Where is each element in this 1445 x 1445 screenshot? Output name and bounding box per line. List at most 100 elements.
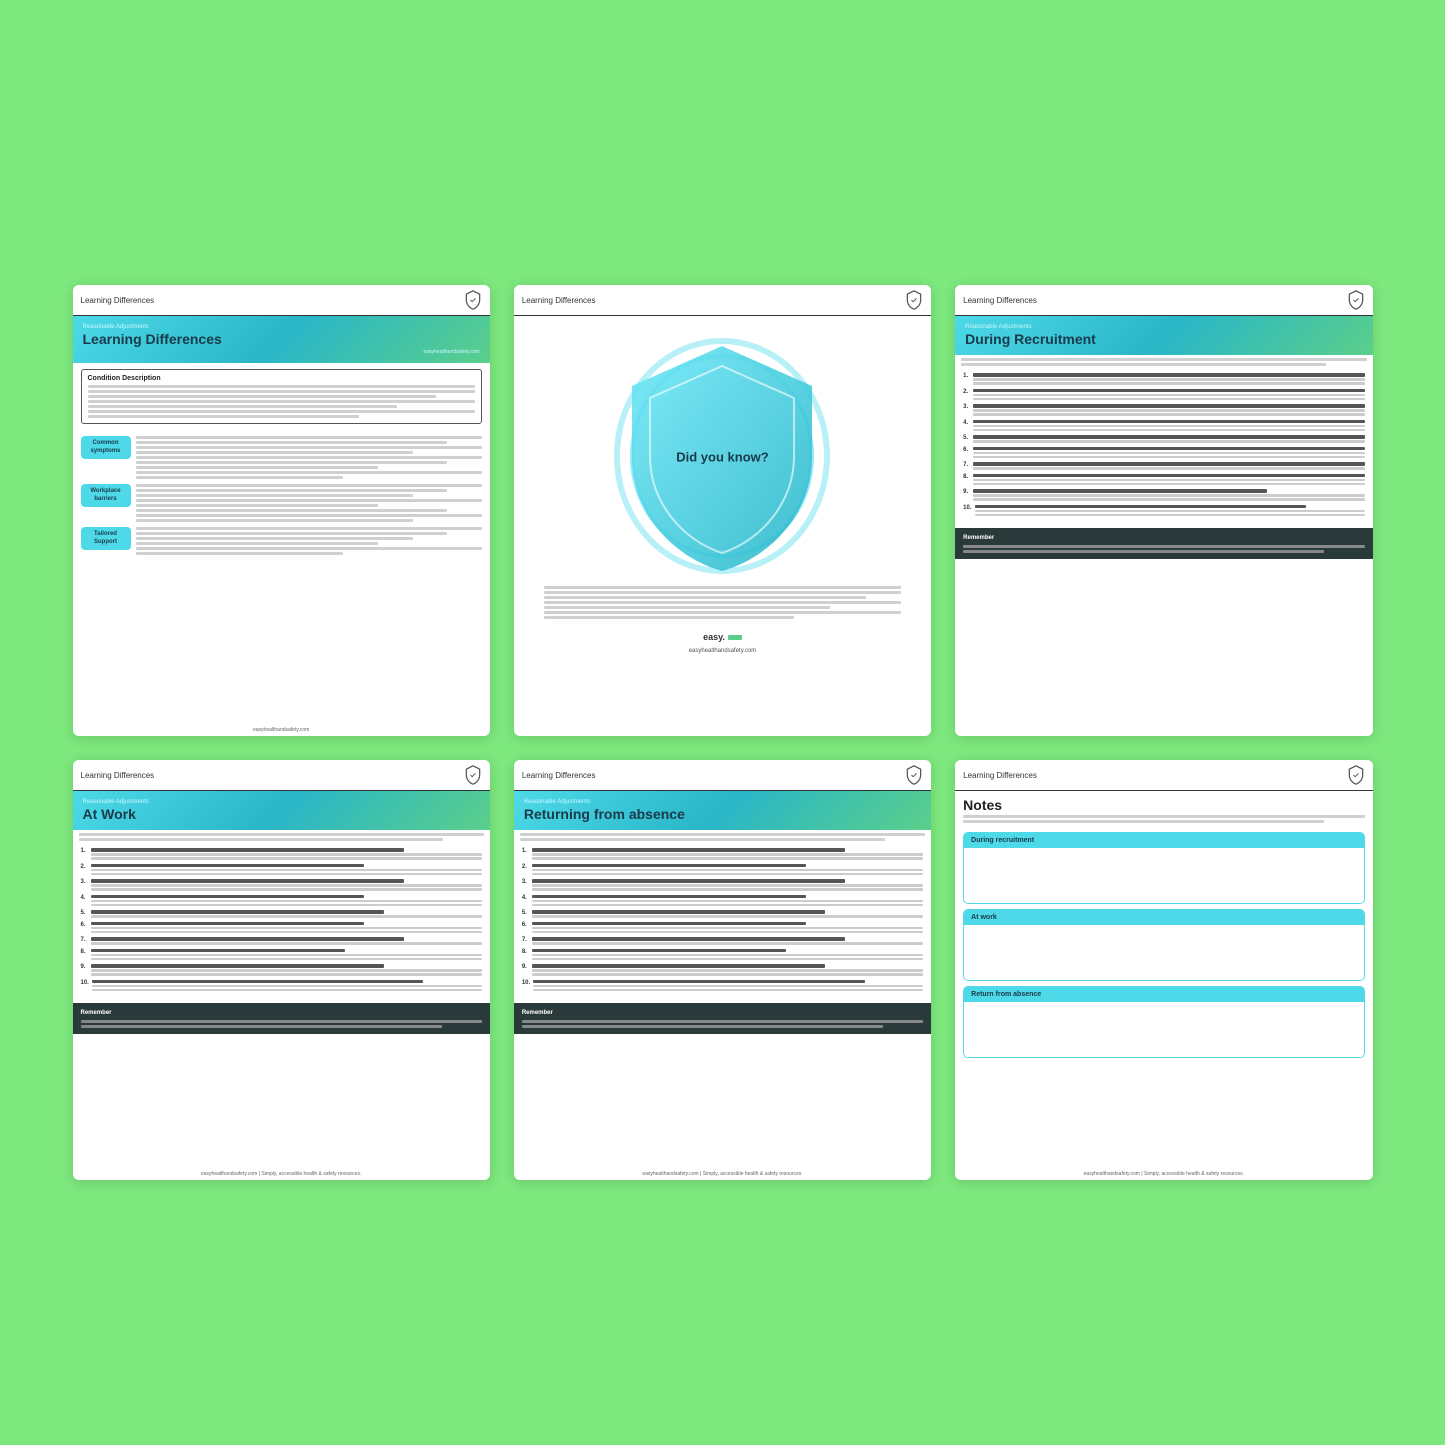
list-item: 1. xyxy=(963,373,1364,385)
page5-banner: Reasonable Adjustments Returning from ab… xyxy=(514,791,931,830)
text-line xyxy=(88,390,475,393)
text-line xyxy=(532,964,825,968)
text-line xyxy=(136,461,448,464)
text-line xyxy=(973,394,1364,397)
text-line xyxy=(973,382,1364,385)
list-item: 2. xyxy=(963,389,1364,401)
page5-main-title: Returning from absence xyxy=(524,807,921,822)
page3-sub-label: Reasonable Adjustments xyxy=(965,324,1362,330)
page-5-preview: Learning Differences Reasonable Adjustme… xyxy=(514,760,931,1180)
text-line xyxy=(973,425,1364,428)
common-symptoms-content xyxy=(136,436,482,479)
page1-header: Learning Differences xyxy=(73,285,490,316)
text-line xyxy=(91,910,384,914)
page5-intro xyxy=(514,830,931,844)
text-line xyxy=(532,857,923,860)
page1-main-title: Learning Differences xyxy=(83,332,480,347)
text-line xyxy=(88,395,437,398)
page3-numbered-list: 1. 2. 3. xyxy=(955,369,1372,524)
text-line xyxy=(532,922,806,926)
text-line xyxy=(532,942,923,945)
text-line xyxy=(91,900,482,903)
easy-logo-bar xyxy=(728,635,742,640)
text-line xyxy=(91,857,482,860)
text-line xyxy=(136,484,482,487)
notes-during-recruitment: During recruitment xyxy=(963,832,1364,904)
page6-header: Learning Differences xyxy=(955,760,1372,791)
text-line xyxy=(92,985,482,988)
text-line xyxy=(136,476,344,479)
page2-header-title: Learning Differences xyxy=(522,296,596,305)
text-line xyxy=(532,927,923,930)
tailored-support-content xyxy=(136,527,482,555)
list-item: 6. xyxy=(522,922,923,934)
notes-during-recruitment-body xyxy=(964,848,1363,903)
workplace-barriers-label: Workplacebarriers xyxy=(81,484,131,506)
page1-banner: Reasonable Adjustments Learning Differen… xyxy=(73,316,490,363)
workplace-barriers-content xyxy=(136,484,482,522)
did-you-know-page: Did you know? easy. easyhealthandsafety.… xyxy=(514,316,931,736)
text-line xyxy=(136,471,482,474)
text-line xyxy=(544,596,866,599)
text-line xyxy=(544,606,830,609)
text-line xyxy=(532,853,923,856)
page4-footer: easyhealthandsafety.com | Simply, access… xyxy=(73,1168,490,1180)
text-line xyxy=(532,904,923,907)
easy-logo: easy. xyxy=(697,629,748,645)
page-1-preview: Learning Differences Reasonable Adjustme… xyxy=(73,285,490,736)
shield-icon xyxy=(905,290,923,310)
text-line xyxy=(91,949,345,953)
text-line xyxy=(520,833,925,836)
page-3-preview: Learning Differences Reasonable Adjustme… xyxy=(955,285,1372,736)
text-line xyxy=(975,505,1307,509)
text-line xyxy=(81,1020,482,1023)
text-line xyxy=(532,884,923,887)
text-line xyxy=(973,409,1364,412)
page3-header: Learning Differences xyxy=(955,285,1372,316)
text-line xyxy=(79,833,484,836)
text-line xyxy=(973,440,1364,443)
text-line xyxy=(963,815,1364,818)
text-line xyxy=(136,537,413,540)
text-line xyxy=(532,954,923,957)
shield-icon xyxy=(1347,765,1365,785)
common-symptoms-label: Commonsymptoms xyxy=(81,436,131,458)
page5-sub-label: Reasonable Adjustments xyxy=(524,799,921,805)
text-line xyxy=(532,969,923,972)
list-item: 9. xyxy=(963,489,1364,501)
text-line xyxy=(975,510,1365,513)
page-2-preview: Learning Differences xyxy=(514,285,931,736)
list-item: 10. xyxy=(81,980,482,992)
text-line xyxy=(91,969,482,972)
text-line xyxy=(973,389,1364,393)
shield-large-wrap: Did you know? xyxy=(612,336,832,578)
text-line xyxy=(136,441,448,444)
page4-remember: Remember xyxy=(73,1003,490,1033)
text-line xyxy=(532,864,806,868)
list-item: 1. xyxy=(522,848,923,860)
list-item: 7. xyxy=(522,937,923,945)
text-line xyxy=(88,415,359,418)
document-grid: Learning Differences Reasonable Adjustme… xyxy=(73,285,1373,1180)
text-line xyxy=(136,552,344,555)
text-line xyxy=(520,838,885,841)
text-line xyxy=(92,980,423,984)
list-item: 1. xyxy=(81,848,482,860)
shield-icon xyxy=(464,290,482,310)
page3-banner: Reasonable Adjustments During Recruitmen… xyxy=(955,316,1372,355)
text-line xyxy=(91,922,365,926)
text-line xyxy=(91,873,482,876)
notes-at-work-body xyxy=(964,925,1363,980)
text-line xyxy=(91,879,404,883)
text-line xyxy=(91,848,404,852)
text-line xyxy=(91,942,482,945)
text-line xyxy=(961,358,1366,361)
tailored-support-section: TailoredSupport xyxy=(81,527,482,555)
text-line xyxy=(79,838,444,841)
text-line xyxy=(532,888,923,891)
list-item: 5. xyxy=(81,910,482,918)
text-line xyxy=(136,514,482,517)
notes-during-recruitment-label: During recruitment xyxy=(964,833,1363,848)
text-line xyxy=(522,1025,883,1028)
text-line xyxy=(136,466,378,469)
